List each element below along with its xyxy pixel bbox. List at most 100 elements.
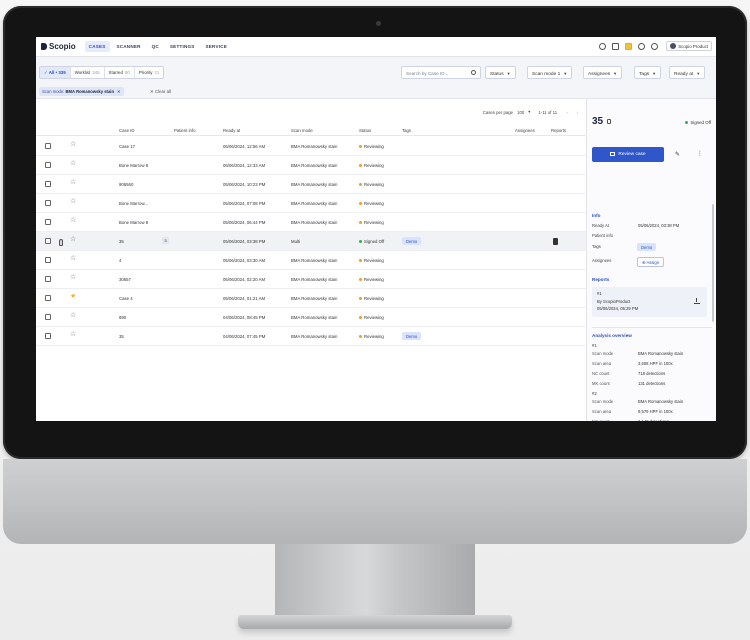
case-id[interactable]: Case 17 bbox=[119, 144, 135, 149]
case-id[interactable]: Bone Marrow 8 bbox=[119, 163, 148, 168]
table-row[interactable]: ☆ 30657 05/06/2024, 02:20 AM BMA Romanowsky… bbox=[36, 270, 586, 289]
prev-page-icon[interactable]: ‹ bbox=[567, 110, 568, 115]
row-checkbox[interactable] bbox=[45, 238, 51, 244]
table-row[interactable]: ☆ 35 3 05/06/2024, 03:38 PM Multi Signed Off D… bbox=[36, 232, 586, 251]
scan-mode-filter[interactable]: Scan mode 1 ▼ bbox=[527, 66, 573, 79]
segment-worklist[interactable]: Worklist 345 bbox=[71, 67, 105, 78]
review-case-button[interactable]: Review case bbox=[592, 147, 664, 162]
next-page-icon[interactable]: › bbox=[577, 110, 578, 115]
row-checkbox[interactable] bbox=[45, 295, 51, 301]
table-row[interactable]: ☆ 906560 05/06/2024, 10:23 PM BMA Romanowsk… bbox=[36, 175, 586, 194]
cases-table: Cases per page 100 ▾ 1-11 of 11 ‹ › Case… bbox=[36, 99, 586, 421]
hourglass-icon[interactable] bbox=[612, 42, 620, 50]
edit-icon[interactable]: ✎ bbox=[675, 151, 680, 158]
row-checkbox[interactable] bbox=[45, 219, 51, 225]
help-icon[interactable] bbox=[651, 42, 659, 50]
per-page-select[interactable]: 100 bbox=[517, 110, 524, 115]
table-row[interactable]: ☆ 890 04/06/2024, 08:45 PM BMA Romanowsky s… bbox=[36, 308, 586, 327]
col-scan-mode[interactable]: Scan mode bbox=[291, 128, 313, 133]
clear-all-button[interactable]: ✕ Clear all bbox=[150, 89, 171, 95]
analysis-key: Scan area bbox=[592, 409, 612, 414]
row-checkbox[interactable] bbox=[45, 181, 51, 187]
search-input[interactable]: Search by Case ID... bbox=[401, 66, 481, 79]
col-patient-info[interactable]: Patient info bbox=[174, 128, 196, 133]
tab-settings[interactable]: SETTINGS bbox=[166, 41, 199, 52]
copy-icon[interactable] bbox=[607, 119, 611, 124]
col-status[interactable]: Status bbox=[359, 128, 371, 133]
star-icon[interactable]: ☆ bbox=[70, 274, 76, 281]
star-icon[interactable]: ☆ bbox=[70, 141, 76, 148]
filter-bar: ✓ All • 339 Worklist 345 Starred 80 Priori… bbox=[36, 57, 716, 85]
table-row[interactable]: ★ Case 4 05/06/2024, 01:21 AM BMA Romanowsk… bbox=[36, 289, 586, 308]
star-icon[interactable]: ☆ bbox=[70, 160, 76, 167]
star-icon[interactable]: ☆ bbox=[70, 236, 76, 243]
case-id[interactable]: 35 bbox=[119, 239, 124, 244]
case-id[interactable]: Bone Marrow... bbox=[119, 201, 148, 206]
panel-scrollbar[interactable] bbox=[712, 204, 714, 322]
row-checkbox[interactable] bbox=[45, 257, 51, 263]
star-icon[interactable]: ☆ bbox=[70, 331, 76, 338]
case-id[interactable]: Case 4 bbox=[119, 296, 133, 301]
app-logo[interactable]: Scopio bbox=[41, 42, 76, 51]
segment-priority[interactable]: Priority 21 bbox=[135, 67, 164, 78]
case-id[interactable]: 4 bbox=[119, 258, 121, 263]
report-icon[interactable] bbox=[553, 238, 558, 245]
star-icon[interactable]: ☆ bbox=[70, 179, 76, 186]
printer-icon[interactable] bbox=[638, 42, 646, 50]
assignees-filter[interactable]: Assignees ▼ bbox=[583, 66, 623, 79]
tab-scanner[interactable]: SCANNER bbox=[113, 41, 145, 52]
case-id[interactable]: 890 bbox=[119, 315, 126, 320]
case-id[interactable]: Bone Marrow 8 bbox=[119, 220, 148, 225]
table-row[interactable]: ☆ Bone Marrow... 05/06/2024, 07:08 PM BMA R… bbox=[36, 194, 586, 213]
filter-label: Tags bbox=[639, 71, 650, 77]
status-badge: Reviewing bbox=[359, 163, 384, 168]
status-dot-icon bbox=[359, 240, 362, 244]
table-row[interactable]: ☆ Case 17 06/06/2024, 12:56 AM BMA Romanows… bbox=[36, 137, 586, 156]
tab-cases[interactable]: CASES bbox=[84, 41, 110, 52]
row-checkbox[interactable] bbox=[45, 333, 51, 339]
ready-at-filter[interactable]: Ready at ▼ bbox=[669, 66, 706, 79]
notes-icon[interactable] bbox=[625, 42, 633, 50]
segment-all[interactable]: ✓ All • 339 bbox=[40, 67, 71, 78]
row-checkbox[interactable] bbox=[45, 143, 51, 149]
star-icon[interactable]: ★ bbox=[70, 293, 76, 300]
close-icon[interactable]: ✕ bbox=[117, 89, 121, 94]
row-checkbox[interactable] bbox=[45, 276, 51, 282]
ready-at: 04/06/2024, 08:45 PM bbox=[223, 315, 266, 320]
report-card[interactable]: #1 By ScopioProduct 05/06/2024, 05:29 PM bbox=[592, 287, 707, 317]
table-row[interactable]: ☆ Bone Marrow 8 06/06/2024, 12:33 AM BMA Ro… bbox=[36, 156, 586, 175]
case-detail-panel: 35 Signed Off Review case ✎ ⋮ Info Ready… bbox=[586, 99, 716, 421]
tab-service[interactable]: SERVICE bbox=[202, 41, 231, 52]
col-reports[interactable]: Reports bbox=[551, 128, 566, 133]
case-id[interactable]: 30657 bbox=[119, 277, 131, 282]
table-row[interactable]: ☆ 4 05/06/2024, 03:30 AM BMA Romanowsky sta… bbox=[36, 251, 586, 270]
tags-filter[interactable]: Tags ▼ bbox=[634, 66, 662, 79]
star-icon[interactable]: ☆ bbox=[70, 198, 76, 205]
star-icon[interactable]: ☆ bbox=[70, 217, 76, 224]
table-row[interactable]: ☆ Bone Marrow 8 05/06/2024, 06:44 PM BMA Ro… bbox=[36, 213, 586, 232]
star-icon[interactable]: ☆ bbox=[70, 255, 76, 262]
col-assignees[interactable]: Assignees bbox=[515, 128, 535, 133]
table-row[interactable]: ☆ 35 04/06/2024, 07:45 PM BMA Romanowsky st… bbox=[36, 327, 586, 346]
tab-qc[interactable]: QC bbox=[148, 41, 163, 52]
segment-starred[interactable]: Starred 80 bbox=[105, 67, 135, 78]
row-checkbox[interactable] bbox=[45, 162, 51, 168]
filter-chip[interactable]: Scan mode: BMA Romanowsky stain ✕ bbox=[39, 87, 124, 96]
row-checkbox[interactable] bbox=[45, 314, 51, 320]
download-icon[interactable] bbox=[694, 298, 700, 304]
chip-key: Scan mode: bbox=[42, 89, 65, 94]
col-ready-at[interactable]: Ready at bbox=[223, 128, 240, 133]
case-id[interactable]: 35 bbox=[119, 334, 124, 339]
status-text: Reviewing bbox=[364, 296, 384, 301]
status-filter[interactable]: Status ▼ bbox=[485, 66, 516, 79]
col-tags[interactable]: Tags bbox=[402, 128, 411, 133]
more-options-icon[interactable]: ⋮ bbox=[697, 150, 703, 157]
col-case-id[interactable]: Case ID bbox=[119, 128, 135, 133]
headset-icon[interactable] bbox=[599, 42, 607, 50]
user-menu[interactable]: Scopio Product bbox=[666, 41, 712, 51]
row-checkbox[interactable] bbox=[45, 200, 51, 206]
star-icon[interactable]: ☆ bbox=[70, 312, 76, 319]
scan-mode: BMA Romanowsky stain bbox=[291, 144, 338, 149]
assign-button[interactable]: ⊕ Assign bbox=[637, 257, 665, 267]
case-id[interactable]: 906560 bbox=[119, 182, 133, 187]
